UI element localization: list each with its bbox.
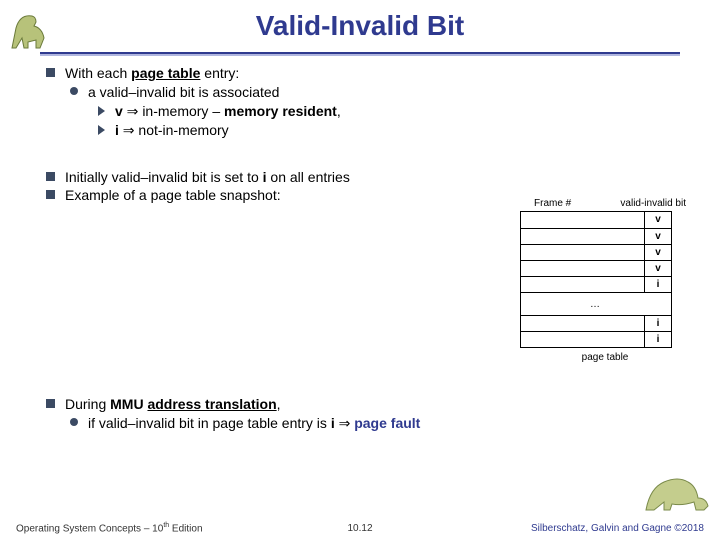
table-row: i <box>521 315 671 331</box>
table-row: i <box>521 276 671 292</box>
keyword-memory-resident: memory resident <box>224 103 337 119</box>
implies-icon: ⇒ <box>335 415 355 431</box>
table-row: v <box>521 260 671 276</box>
figure-caption: page table <box>520 352 690 363</box>
bit-cell: i <box>645 332 671 347</box>
col-header-bit: valid-invalid bit <box>620 198 686 209</box>
table-row: v <box>521 228 671 244</box>
keyword-address-translation: address translation <box>147 396 276 412</box>
dot-bullet-icon <box>70 87 78 95</box>
col-header-frame: Frame # <box>534 198 571 209</box>
slide: Valid-Invalid Bit With each page table e… <box>0 0 720 540</box>
text: Example of a page table snapshot: <box>65 186 281 205</box>
bullet-assoc: a valid–invalid bit is associated <box>70 83 674 102</box>
page-table-grid: v v v v i … i i <box>520 211 672 348</box>
bit-cell: v <box>645 212 671 228</box>
title-rule <box>40 52 680 56</box>
keyword-page-table: page table <box>131 65 200 81</box>
bullet-i-notinmemory: i ⇒ not-in-memory <box>98 121 674 140</box>
text: entry: <box>200 65 239 81</box>
footer: Operating System Concepts – 10th Edition… <box>0 516 720 534</box>
text: in-memory – <box>142 103 224 119</box>
bullet-with-each: With each page table entry: <box>46 64 674 83</box>
text: if valid–invalid bit in page table entry… <box>88 415 331 431</box>
ellipsis-row: … <box>521 292 671 315</box>
implies-icon: ⇒ <box>119 122 139 138</box>
square-bullet-icon <box>46 190 55 199</box>
bit-cell: v <box>645 261 671 276</box>
text: not-in-memory <box>138 122 228 138</box>
footer-copyright: Silberschatz, Galvin and Gagne ©2018 <box>531 523 704 534</box>
square-bullet-icon <box>46 172 55 181</box>
bullet-initially: Initially valid–invalid bit is set to i … <box>46 168 674 187</box>
dot-bullet-icon <box>70 418 78 426</box>
text: During <box>65 396 110 412</box>
bullet-during-mmu: During MMU address translation, <box>46 395 674 414</box>
table-row: v <box>521 212 671 228</box>
triangle-bullet-icon <box>98 106 105 116</box>
text: , <box>277 396 281 412</box>
text: , <box>337 103 341 119</box>
bit-cell: v <box>645 245 671 260</box>
bullet-v-inmemory: v ⇒ in-memory – memory resident, <box>98 102 674 121</box>
text: Initially valid–invalid bit is set to <box>65 169 263 185</box>
implies-icon: ⇒ <box>123 103 143 119</box>
table-row: v <box>521 244 671 260</box>
bullet-page-fault: if valid–invalid bit in page table entry… <box>70 414 674 433</box>
dinosaur-icon <box>642 468 712 514</box>
keyword-page-fault: page fault <box>354 415 420 431</box>
square-bullet-icon <box>46 68 55 77</box>
slide-title: Valid-Invalid Bit <box>0 10 720 42</box>
bit-cell: i <box>645 277 671 292</box>
keyword-mmu: MMU <box>110 396 143 412</box>
text-v: v <box>115 103 123 119</box>
table-row: i <box>521 331 671 347</box>
text: on all entries <box>267 169 350 185</box>
text: With each <box>65 65 131 81</box>
square-bullet-icon <box>46 399 55 408</box>
bit-cell: i <box>645 316 671 331</box>
page-table-figure: Frame # valid-invalid bit v v v v i … i … <box>520 198 690 363</box>
text: a valid–invalid bit is associated <box>88 83 279 102</box>
bit-cell: v <box>645 229 671 244</box>
triangle-bullet-icon <box>98 125 105 135</box>
